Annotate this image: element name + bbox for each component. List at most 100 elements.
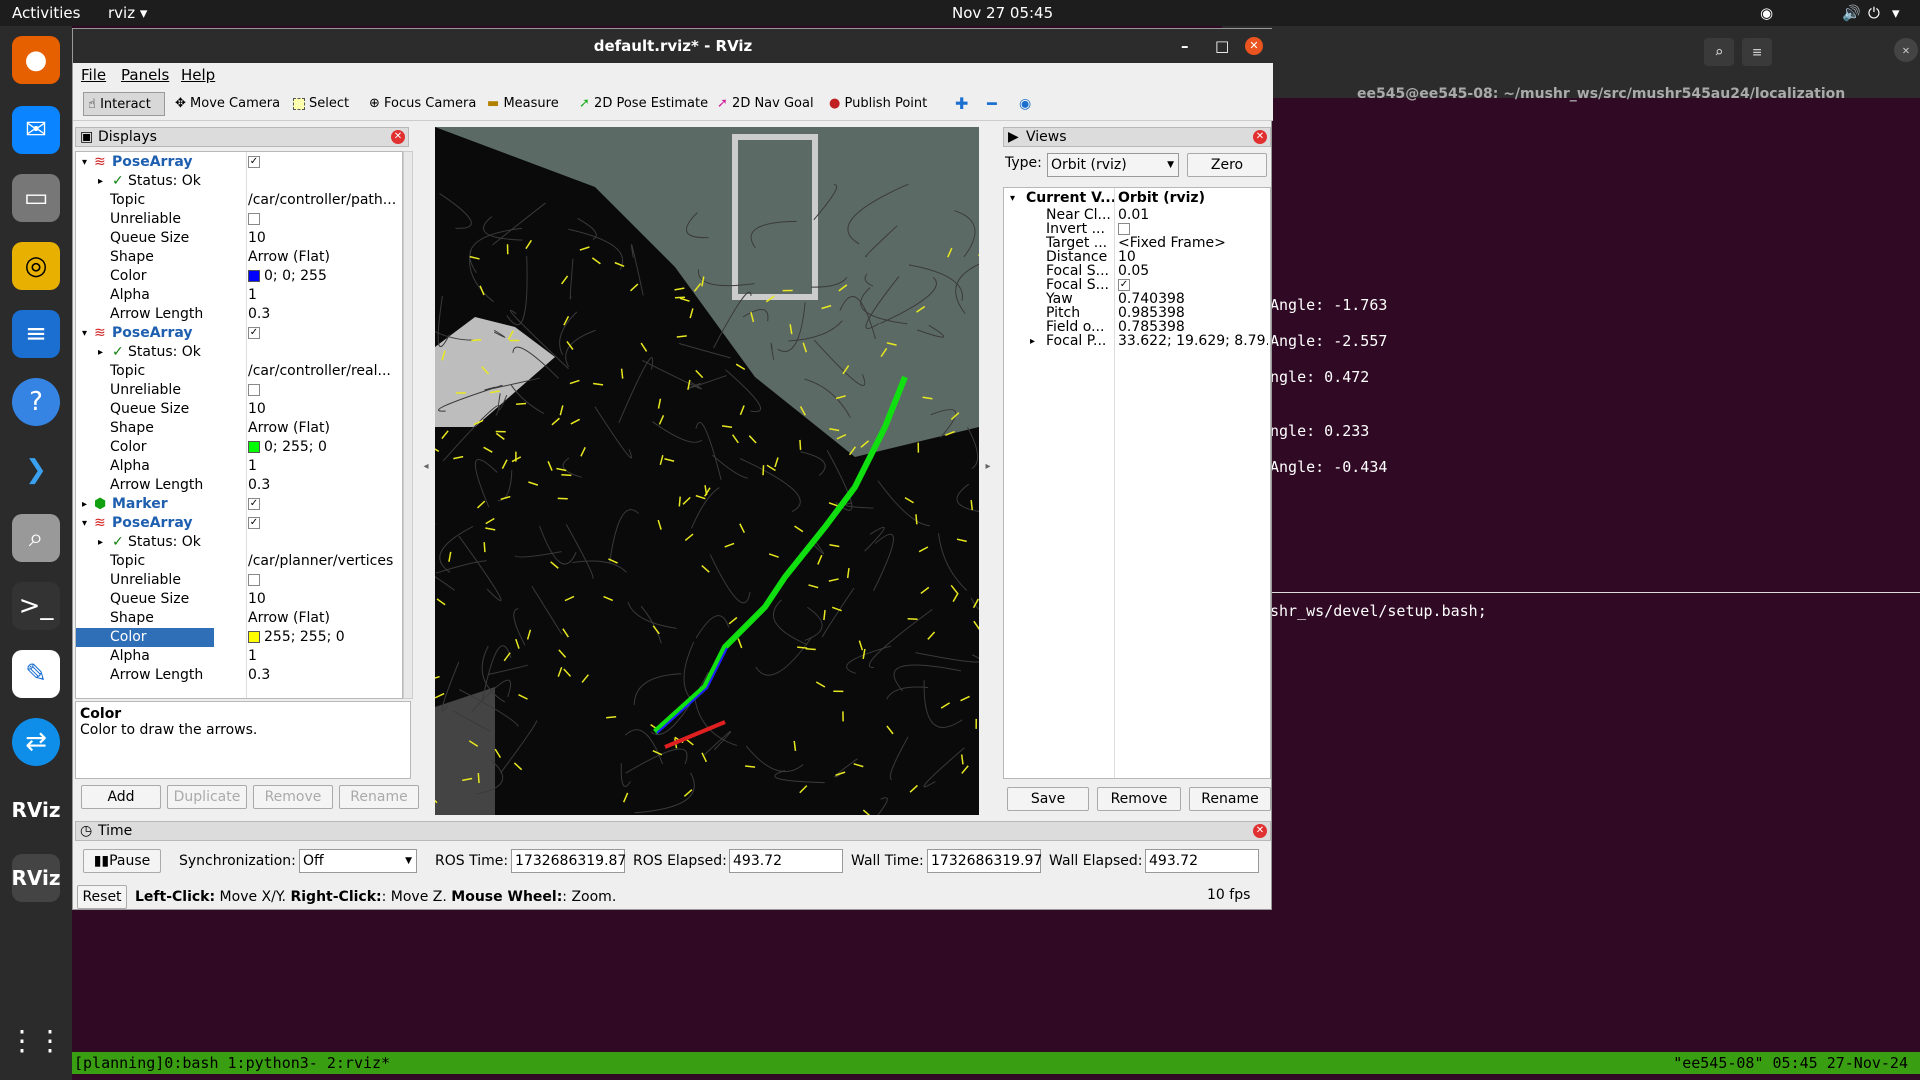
- expand-icon[interactable]: ▸: [82, 495, 87, 514]
- property-value[interactable]: 0.3: [248, 476, 402, 495]
- maximize-icon[interactable]: □: [1215, 29, 1229, 63]
- expand-icon[interactable]: ▾: [82, 514, 87, 533]
- property-value[interactable]: /car/controller/real...: [248, 362, 402, 381]
- expand-icon[interactable]: ▸: [98, 172, 103, 191]
- property-value[interactable]: [248, 571, 402, 590]
- nav-goal-tool[interactable]: ➚ 2D Nav Goal: [717, 92, 814, 116]
- property-value[interactable]: 1: [248, 457, 402, 476]
- expand-icon[interactable]: ▾: [82, 153, 87, 172]
- app-grid-icon[interactable]: ⋮⋮: [8, 1016, 64, 1064]
- property-value[interactable]: 0.3: [248, 666, 402, 685]
- measure-tool[interactable]: ▬ Measure: [487, 92, 559, 116]
- display-property[interactable]: /car/planner/vertices Topic: [76, 552, 402, 571]
- teamviewer-icon[interactable]: ⇄: [12, 718, 60, 766]
- files-icon[interactable]: ▭: [12, 174, 60, 222]
- interact-tool[interactable]: ☝ Interact: [83, 92, 165, 116]
- property-value[interactable]: 1: [248, 286, 402, 305]
- views-close-icon[interactable]: ✕: [1253, 130, 1267, 144]
- current-view-row[interactable]: ▾ Current V... Orbit (rviz): [1004, 190, 1270, 207]
- ros-time-field[interactable]: 1732686319.87: [511, 849, 626, 873]
- help-icon[interactable]: ?: [12, 378, 60, 426]
- property-value[interactable]: Arrow (Flat): [248, 248, 402, 267]
- display-property[interactable]: Arrow (Flat) Shape: [76, 609, 402, 628]
- reset-button[interactable]: Reset: [77, 885, 127, 909]
- move-camera-tool[interactable]: ✥ Move Camera: [175, 92, 280, 116]
- menu-arrow-icon[interactable]: ▾: [1892, 4, 1900, 22]
- rename-view-button[interactable]: Rename: [1189, 787, 1271, 811]
- rviz-active-icon[interactable]: RViz: [11, 854, 61, 902]
- display-property[interactable]: 0; 255; 0 Color: [76, 438, 402, 457]
- display-item[interactable]: ▾ ≋ ✓ PoseArray: [76, 153, 402, 172]
- volume-icon[interactable]: 🔊: [1842, 4, 1861, 22]
- enable-checkbox[interactable]: ✓: [248, 327, 260, 339]
- expand-icon[interactable]: ▸: [98, 343, 103, 362]
- invert-checkbox[interactable]: [1118, 223, 1130, 235]
- display-property[interactable]: 0.3 Arrow Length: [76, 476, 402, 495]
- display-item[interactable]: ▸ ⬢ ✓ Marker: [76, 495, 402, 514]
- expand-icon[interactable]: ▾: [82, 324, 87, 343]
- property-value[interactable]: 10: [248, 590, 402, 609]
- property-value[interactable]: 10: [248, 400, 402, 419]
- add-display-button[interactable]: Add: [81, 785, 161, 809]
- property-value[interactable]: 1: [248, 647, 402, 666]
- property-value[interactable]: 0.3: [248, 305, 402, 324]
- display-property[interactable]: Arrow (Flat) Shape: [76, 248, 402, 267]
- property-value[interactable]: 0; 255; 0: [248, 438, 402, 457]
- display-property[interactable]: 1 Alpha: [76, 457, 402, 476]
- rename-display-button[interactable]: Rename: [339, 785, 419, 809]
- pose-estimate-tool[interactable]: ➚ 2D Pose Estimate: [579, 92, 708, 116]
- expand-icon[interactable]: ▸: [98, 533, 103, 552]
- display-property[interactable]: 0.3 Arrow Length: [76, 666, 402, 685]
- app-menu[interactable]: rviz ▾: [108, 4, 147, 22]
- view-property[interactable]: Focal P... 33.622; 19.629; 8.79... ▸: [1004, 333, 1270, 350]
- display-item[interactable]: ▾ ≋ ✓ PoseArray: [76, 514, 402, 533]
- display-property[interactable]: Unreliable: [76, 210, 402, 229]
- expand-icon[interactable]: ▾: [1010, 190, 1015, 207]
- display-property[interactable]: 10 Queue Size: [76, 590, 402, 609]
- terminal-search-icon[interactable]: ⌕: [1704, 38, 1734, 66]
- display-property[interactable]: 10 Queue Size: [76, 229, 402, 248]
- wall-elapsed-field[interactable]: 493.72: [1145, 849, 1259, 873]
- unreliable-checkbox[interactable]: [248, 384, 260, 396]
- ros-elapsed-field[interactable]: 493.72: [729, 849, 843, 873]
- terminal-menu-icon[interactable]: ≡: [1742, 38, 1772, 66]
- property-value[interactable]: 255; 255; 0: [248, 628, 402, 647]
- display-property[interactable]: ▸ ✓ Status: Ok: [76, 172, 402, 191]
- window-titlebar[interactable]: default.rviz* - RViz – □ ✕: [73, 29, 1273, 63]
- property-value[interactable]: [248, 210, 402, 229]
- clock[interactable]: Nov 27 05:45: [952, 4, 1053, 22]
- duplicate-display-button[interactable]: Duplicate: [167, 785, 247, 809]
- select-tool[interactable]: Select: [293, 92, 349, 116]
- power-icon[interactable]: ⏻: [1868, 4, 1880, 22]
- unreliable-checkbox[interactable]: [248, 574, 260, 586]
- 3d-render-view[interactable]: [435, 127, 979, 815]
- enable-checkbox[interactable]: ✓: [248, 498, 260, 510]
- save-view-button[interactable]: Save: [1007, 787, 1089, 811]
- enable-checkbox[interactable]: ✓: [248, 156, 260, 168]
- view-property-value[interactable]: 33.622; 19.629; 8.79...: [1118, 333, 1268, 350]
- display-property[interactable]: ▸ ✓ Status: Ok: [76, 343, 402, 362]
- property-value[interactable]: /car/controller/path...: [248, 191, 402, 210]
- menu-panels[interactable]: Panels: [121, 66, 169, 84]
- remove-tool-icon[interactable]: ━: [987, 92, 997, 116]
- display-property[interactable]: 0; 0; 255 Color: [76, 267, 402, 286]
- unreliable-checkbox[interactable]: [248, 213, 260, 225]
- remove-display-button[interactable]: Remove: [253, 785, 333, 809]
- property-value[interactable]: 0; 0; 255: [248, 267, 402, 286]
- display-property[interactable]: 1 Alpha: [76, 647, 402, 666]
- focus-camera-tool[interactable]: ⊕ Focus Camera: [369, 92, 476, 116]
- rviz-icon[interactable]: RViz: [11, 786, 60, 834]
- vscode-icon[interactable]: ❯: [12, 446, 60, 494]
- activities-button[interactable]: Activities: [12, 4, 80, 22]
- displays-scrollbar[interactable]: [403, 151, 413, 699]
- search-app-icon[interactable]: ⌕: [12, 514, 60, 562]
- display-property[interactable]: 1 Alpha: [76, 286, 402, 305]
- property-value[interactable]: Arrow (Flat): [248, 609, 402, 628]
- display-property[interactable]: Unreliable: [76, 571, 402, 590]
- display-property[interactable]: 10 Queue Size: [76, 400, 402, 419]
- focal-shape-checkbox[interactable]: ✓: [1118, 279, 1130, 291]
- expand-icon[interactable]: ▸: [1030, 333, 1035, 350]
- terminal-icon[interactable]: >_: [12, 582, 60, 630]
- display-property[interactable]: Unreliable: [76, 381, 402, 400]
- publish-point-tool[interactable]: ● Publish Point: [829, 92, 927, 116]
